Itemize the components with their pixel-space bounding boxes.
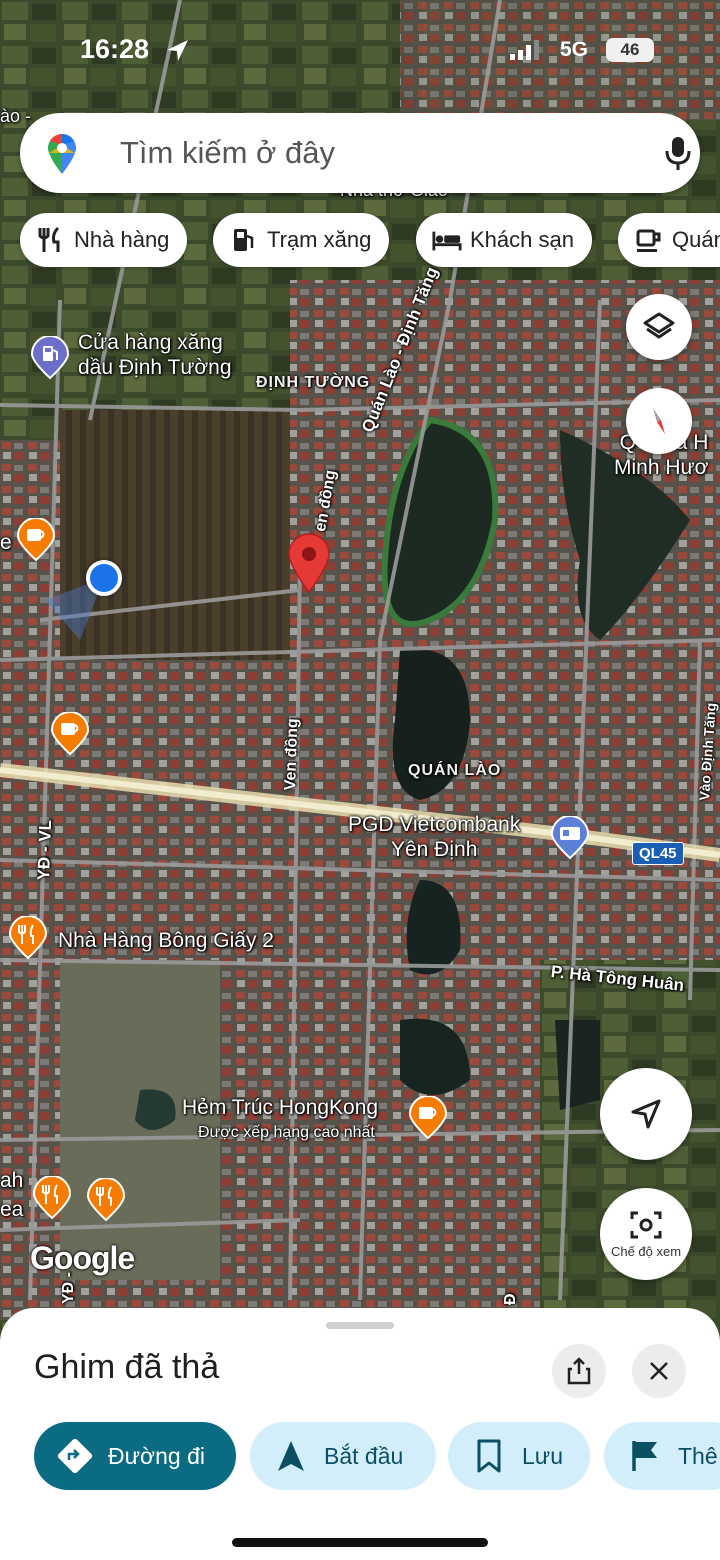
close-button[interactable] xyxy=(632,1344,686,1398)
restaurant-pin-icon xyxy=(8,915,48,960)
cafe-poi[interactable] xyxy=(50,711,90,761)
navigation-arrow-icon xyxy=(631,1099,661,1129)
bed-icon xyxy=(432,225,462,255)
view-mode-button[interactable]: Chế độ xem xyxy=(600,1188,692,1280)
map-label-fragment-ah: ah xyxy=(0,1169,24,1192)
road-label-d-bottom: Đ xyxy=(502,1293,519,1305)
red-pin-icon xyxy=(288,533,330,594)
place-sheet: Ghim đã thả Đường đi Bắt đầu Lưu Thê xyxy=(0,1308,720,1560)
search-placeholder[interactable]: Tìm kiếm ở đây xyxy=(120,135,335,171)
close-icon xyxy=(650,1362,668,1380)
gas-station-icon xyxy=(229,225,259,255)
gas-station-poi[interactable] xyxy=(30,335,70,385)
battery-indicator: 46 xyxy=(606,38,654,62)
cafe-poi[interactable] xyxy=(408,1095,448,1145)
search-bar[interactable]: Tìm kiếm ở đây xyxy=(20,113,700,193)
coffee-pin-icon xyxy=(408,1095,448,1140)
location-arrow-icon xyxy=(167,40,188,61)
share-button[interactable] xyxy=(552,1344,606,1398)
save-button[interactable]: Lưu xyxy=(448,1422,590,1490)
action-label: Bắt đầu xyxy=(324,1442,404,1469)
sheet-title: Ghim đã thả xyxy=(34,1348,220,1386)
restaurant-pin-icon xyxy=(32,1175,72,1220)
map-label-gas-station: Cửa hàng xăng dầu Định Tường xyxy=(78,331,232,379)
google-logo: Google xyxy=(30,1240,135,1276)
map-label-fragment: ào - xyxy=(0,106,32,126)
coffee-icon xyxy=(634,225,664,255)
map-label-quan-lao: QUÁN LÀO xyxy=(408,762,502,779)
action-label: Thê xyxy=(678,1442,718,1469)
home-indicator xyxy=(232,1538,488,1547)
map-label-fragment-ea: ea xyxy=(0,1198,24,1221)
bookmark-icon xyxy=(470,1437,508,1475)
status-time: 16:28 xyxy=(80,34,150,64)
layers-icon xyxy=(643,312,675,339)
coffee-pin-icon xyxy=(50,711,90,756)
map-label-hem-truc-rating: Được xếp hạng cao nhất xyxy=(198,1124,375,1141)
map-label-hem-truc: Hẻm Trúc HongKong xyxy=(182,1096,379,1119)
highway-shield-ql45: QL45 xyxy=(632,842,684,865)
map-label-fragment-e: e xyxy=(0,531,12,554)
current-location-dot xyxy=(86,560,122,596)
restaurant-pin-icon xyxy=(86,1177,126,1222)
chip-label: Quán xyxy=(672,227,720,252)
view-mode-label: Chế độ xem xyxy=(610,1243,682,1259)
coffee-pin-icon xyxy=(16,517,56,562)
chip-label: Nhà hàng xyxy=(74,227,170,252)
restaurant-poi[interactable] xyxy=(86,1177,126,1227)
my-location-button[interactable] xyxy=(600,1068,692,1160)
dropped-pin[interactable] xyxy=(286,532,332,599)
road-label-ven-dong: Ven đồng xyxy=(282,718,302,791)
map-label-dinh-tuong: ĐỊNH TƯỜNG xyxy=(256,374,371,391)
status-bar: 16:28 5G 46 xyxy=(0,30,720,70)
chip-label: Khách sạn xyxy=(470,227,574,252)
network-type: 5G xyxy=(560,38,589,61)
chip-gas-stations[interactable]: Trạm xăng xyxy=(213,213,390,267)
map-label-restaurant: Nhà Hàng Bông Giấy 2 xyxy=(58,929,274,952)
compass-button[interactable] xyxy=(626,388,692,454)
map-label-bank: PGD Vietcombank Yên Định xyxy=(348,813,521,861)
directions-icon xyxy=(56,1437,94,1475)
layers-button[interactable] xyxy=(626,294,692,360)
start-button[interactable]: Bắt đầu xyxy=(250,1422,436,1490)
signal-icon xyxy=(510,40,539,60)
restaurant-poi[interactable] xyxy=(8,915,48,965)
fork-knife-icon xyxy=(36,225,66,255)
microphone-icon[interactable] xyxy=(658,133,698,173)
restaurant-poi[interactable] xyxy=(32,1175,72,1225)
share-icon xyxy=(567,1357,591,1385)
road-label-yd-vl: YĐ - VL xyxy=(34,819,56,881)
more-button[interactable]: Thê xyxy=(604,1422,720,1490)
chip-restaurants[interactable]: Nhà hàng xyxy=(20,213,188,267)
chip-label: Trạm xăng xyxy=(267,227,372,252)
category-chips: Nhà hàng Trạm xăng Khách sạn Quán xyxy=(20,213,720,267)
chip-cafes[interactable]: Quán xyxy=(618,213,720,267)
bank-pin-icon xyxy=(550,815,590,860)
compass-icon xyxy=(653,408,665,434)
cafe-poi[interactable] xyxy=(16,517,56,567)
action-label: Lưu xyxy=(522,1442,563,1469)
chip-hotels[interactable]: Khách sạn xyxy=(416,213,592,267)
google-maps-icon xyxy=(48,134,76,174)
gas-station-pin-icon xyxy=(30,335,70,380)
navigate-icon xyxy=(272,1437,310,1475)
flag-icon xyxy=(626,1437,664,1475)
camera-view-icon xyxy=(630,1211,662,1238)
directions-button[interactable]: Đường đi xyxy=(34,1422,236,1490)
bank-poi[interactable] xyxy=(550,815,590,865)
drag-handle[interactable] xyxy=(326,1322,394,1329)
action-label: Đường đi xyxy=(108,1442,205,1469)
